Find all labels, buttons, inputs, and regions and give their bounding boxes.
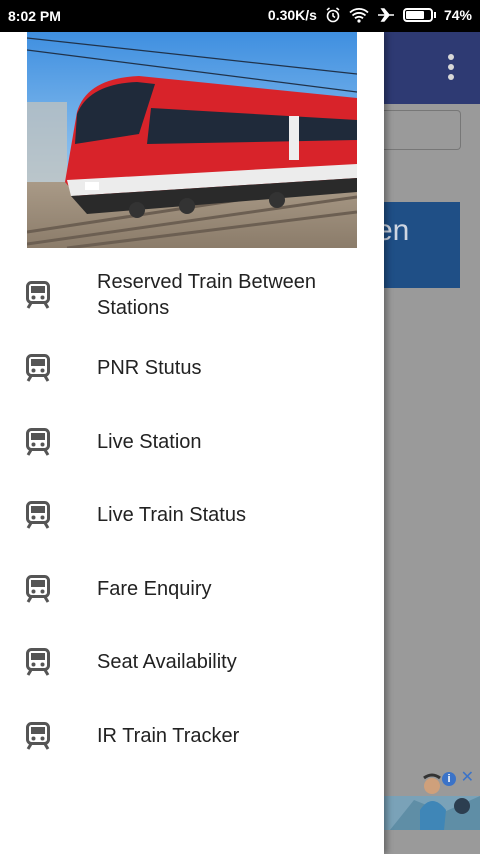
drawer-item-live-train-status[interactable]: Live Train Status <box>0 479 384 553</box>
drawer-menu: Reserved Train Between Stations PNR Stutu… <box>0 258 384 773</box>
wifi-icon <box>349 7 369 23</box>
overflow-menu-icon[interactable] <box>448 54 456 84</box>
airplane-mode-icon <box>377 7 395 23</box>
drawer-item-label: Fare Enquiry <box>97 577 212 600</box>
ad-banner[interactable]: i ✕ <box>384 766 480 830</box>
background-input-card <box>380 110 461 150</box>
train-icon <box>26 574 50 603</box>
drawer-item-label: IR Train Tracker <box>97 724 240 747</box>
drawer-item-label: Seat Availability <box>97 651 237 674</box>
battery-percent: 74% <box>443 7 472 23</box>
alarm-icon <box>325 7 341 23</box>
drawer-item-label: Live Station <box>97 430 202 453</box>
train-icon <box>26 648 50 677</box>
drawer-item-live-station[interactable]: Live Station <box>0 405 384 479</box>
train-icon <box>26 280 50 309</box>
drawer-header-image <box>27 32 357 248</box>
ad-info-icon[interactable]: i <box>442 772 456 786</box>
navigation-drawer: Reserved Train Between Stations PNR Stutu… <box>0 32 384 854</box>
train-icon <box>26 427 50 456</box>
drawer-item-label: Reserved Train Between Stations <box>97 270 317 319</box>
train-icon <box>26 354 50 383</box>
drawer-item-reserved-train-between-stations[interactable]: Reserved Train Between Stations <box>0 258 384 332</box>
drawer-item-fare-enquiry[interactable]: Fare Enquiry <box>0 552 384 626</box>
battery-icon <box>402 8 433 22</box>
status-time: 8:02 PM <box>8 8 61 24</box>
drawer-item-label: Live Train Status <box>97 504 246 527</box>
status-icons: 0.30K/s 74% <box>268 7 472 23</box>
status-bar: 8:02 PM 0.30K/s 74% <box>0 0 480 32</box>
network-speed: 0.30K/s <box>267 7 317 23</box>
train-icon <box>26 721 50 750</box>
background-search-button[interactable]: en <box>380 202 460 288</box>
ad-close-icon[interactable]: ✕ <box>461 770 474 786</box>
background-button-label: en <box>380 214 410 247</box>
drawer-item-seat-availability[interactable]: Seat Availability <box>0 626 384 700</box>
train-icon <box>26 501 50 530</box>
train-photo <box>27 32 357 248</box>
drawer-item-label: PNR Stutus <box>97 357 202 380</box>
drawer-item-pnr-stutus[interactable]: PNR Stutus <box>0 332 384 406</box>
drawer-item-ir-train-tracker[interactable]: IR Train Tracker <box>0 699 384 773</box>
battery-tip <box>433 12 436 18</box>
